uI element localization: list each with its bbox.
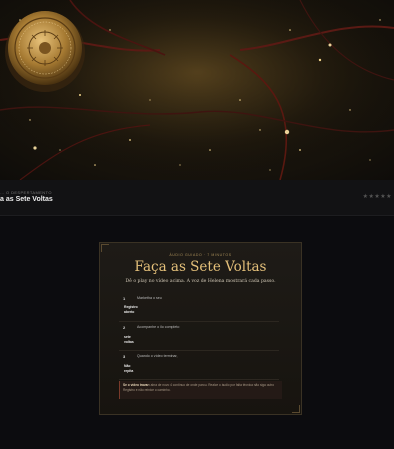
step-number: 1	[123, 296, 126, 301]
step-item: 2 Acompanhe o ilo completo sete voltas	[119, 325, 279, 351]
step-item: 1 Marketha o seu Registro aberto	[119, 296, 279, 322]
wax-seal-icon	[5, 11, 85, 92]
step-status: sete voltas	[124, 335, 144, 345]
step-status-line: repita	[124, 369, 134, 373]
step-status: Registro aberto	[124, 305, 144, 315]
card-title: Faça as Sete Voltas	[134, 259, 267, 275]
step-item: 3 Quando o vídeo terminar, Não repita	[119, 354, 279, 380]
video-help-note: Se o vídeo travar: abra de novo 4 contín…	[119, 381, 282, 399]
lesson-title: a as Sete Voltas	[0, 196, 53, 203]
step-status-line: voltas	[124, 340, 134, 344]
breadcrumb[interactable]: ... O DESPERTAMENTO	[0, 190, 52, 195]
step-text: Quando o vídeo terminar,	[137, 354, 178, 358]
step-number: 2	[123, 325, 126, 330]
card-kicker: ÁUDIO GUIADO · 7 MINUTOS	[169, 253, 232, 257]
lesson-header	[0, 180, 394, 216]
step-text: Marketha o seu	[137, 296, 162, 300]
rating-stars[interactable]: ★★★★★	[363, 193, 392, 200]
note-label: Se o vídeo travar:	[123, 383, 150, 387]
step-status-line: aberto	[124, 310, 135, 314]
step-number: 3	[123, 354, 126, 359]
step-text: Acompanhe o ilo completo	[137, 325, 180, 329]
card-corner-ornament	[101, 244, 109, 252]
hero-video[interactable]	[0, 0, 394, 180]
step-status: Não repita	[124, 364, 144, 374]
card-subtitle: Dê o play no vídeo acima. A voz de Helen…	[125, 279, 276, 284]
card-corner-ornament	[292, 405, 300, 413]
